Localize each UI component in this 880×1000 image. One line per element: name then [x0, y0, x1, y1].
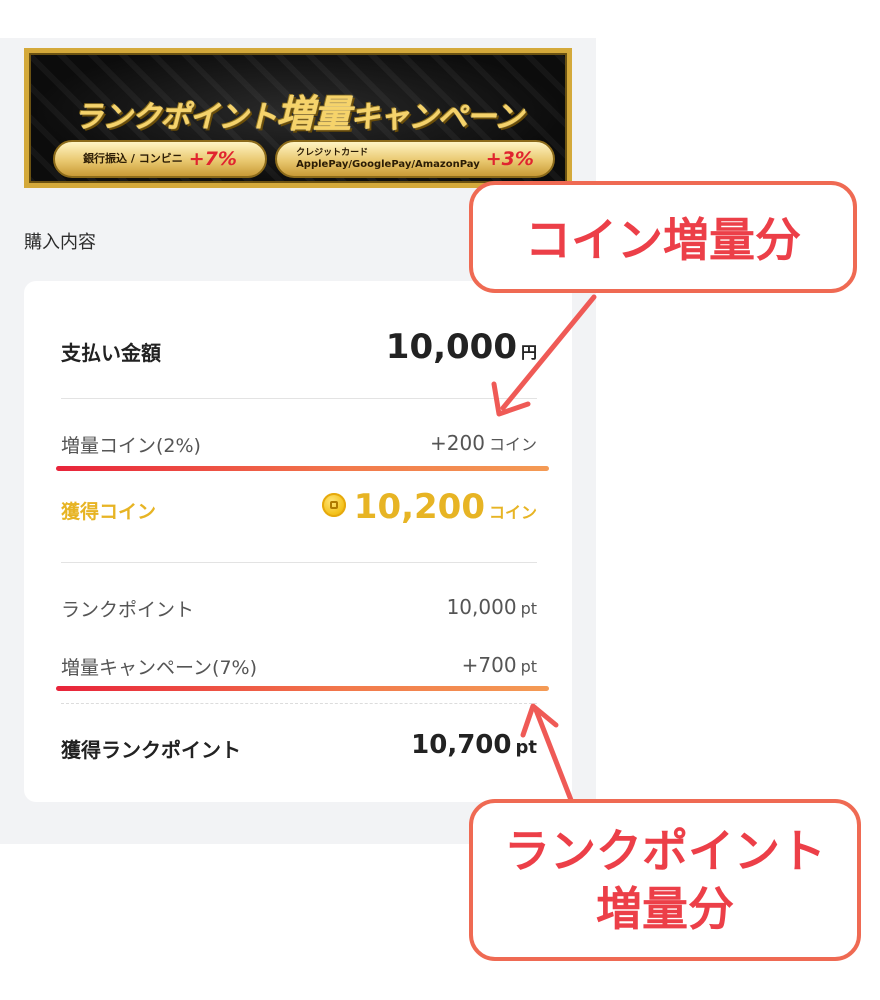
earned-coin-unit: コイン [488, 503, 537, 522]
pill-card-line2: ApplePay/GooglePay/AmazonPay [296, 159, 480, 170]
rank-point-label: ランクポイント [61, 599, 195, 621]
rank-point-row: ランクポイント 10,000 pt [61, 595, 537, 625]
bonus-coin-amount: +200 [430, 431, 485, 455]
pill-card-line1: クレジットカード [296, 148, 369, 158]
payment-unit: 円 [520, 343, 537, 362]
earned-rank-amount: 10,700 [411, 730, 512, 760]
pill-bank-text: 銀行振込 / コンビニ [83, 152, 183, 165]
rank-point-value: 10,000 pt [447, 595, 537, 619]
rank-callout-line2: 増量分 [596, 882, 734, 936]
rank-point-unit: pt [520, 599, 537, 618]
payment-value: 10,000 円 [386, 327, 537, 367]
banner-pill-card: クレジットカード ApplePay/GooglePay/AmazonPay +3… [275, 140, 555, 178]
bonus-coin-unit: コイン [488, 435, 537, 454]
purchase-summary-card: 支払い金額 10,000 円 増量コイン(2%) +200 コイン 獲得コイン 10… [24, 281, 572, 802]
coin-callout: コイン増量分 [469, 181, 857, 293]
earned-coin-value: 10,200 コイン [321, 487, 537, 527]
banner-title: ランクポイント増量キャンペーン [29, 83, 567, 138]
campaign-row: 増量キャンペーン(7%) +700 pt [61, 653, 537, 683]
earned-coin-row: 獲得コイン 10,200 コイン [61, 487, 537, 533]
earned-rank-label: 獲得ランクポイント [61, 738, 241, 762]
payment-amount: 10,000 [385, 327, 517, 367]
rank-callout: ランクポイント 増量分 [469, 799, 861, 961]
section-title: 購入内容 [24, 232, 96, 253]
payment-row: 支払い金額 10,000 円 [61, 327, 537, 373]
banner-pill-bank: 銀行振込 / コンビニ +7% [53, 140, 267, 178]
earned-coin-amount: 10,200 [353, 487, 485, 527]
campaign-banner[interactable]: ランクポイント増量キャンペーン 銀行振込 / コンビニ +7% クレジットカード… [24, 48, 572, 188]
coin-callout-text: コイン増量分 [525, 213, 801, 267]
banner-title-part2: 増量 [276, 92, 351, 136]
campaign-unit: pt [520, 657, 537, 676]
banner-title-part3: キャンペーン [350, 100, 523, 135]
pill-bank-percent: +7% [188, 148, 237, 170]
campaign-amount: +700 [461, 653, 517, 677]
divider [61, 398, 537, 399]
rank-callout-line1: ランクポイント [504, 824, 826, 878]
earned-coin-label: 獲得コイン [61, 501, 157, 523]
earned-rank-value: 10,700 pt [411, 730, 537, 760]
rank-point-amount: 10,000 [446, 595, 517, 619]
bonus-coin-row: 増量コイン(2%) +200 コイン [61, 431, 537, 461]
earned-rank-unit: pt [515, 737, 538, 758]
payment-label: 支払い金額 [61, 341, 161, 365]
pill-card-percent: +3% [485, 148, 534, 170]
divider [61, 562, 537, 563]
banner-title-part1: ランクポイント [73, 100, 277, 135]
bonus-coin-value: +200 コイン [430, 431, 537, 455]
coin-highlight-line [56, 466, 549, 471]
campaign-label: 増量キャンペーン(7%) [61, 657, 258, 679]
bonus-coin-label: 増量コイン(2%) [61, 435, 201, 457]
earned-rank-row: 獲得ランクポイント 10,700 pt [61, 730, 537, 766]
dashed-divider [61, 703, 537, 704]
coin-icon [321, 492, 346, 517]
rank-highlight-line [56, 686, 549, 691]
pill-card-text: クレジットカード ApplePay/GooglePay/AmazonPay [296, 148, 480, 170]
campaign-value: +700 pt [462, 653, 537, 677]
